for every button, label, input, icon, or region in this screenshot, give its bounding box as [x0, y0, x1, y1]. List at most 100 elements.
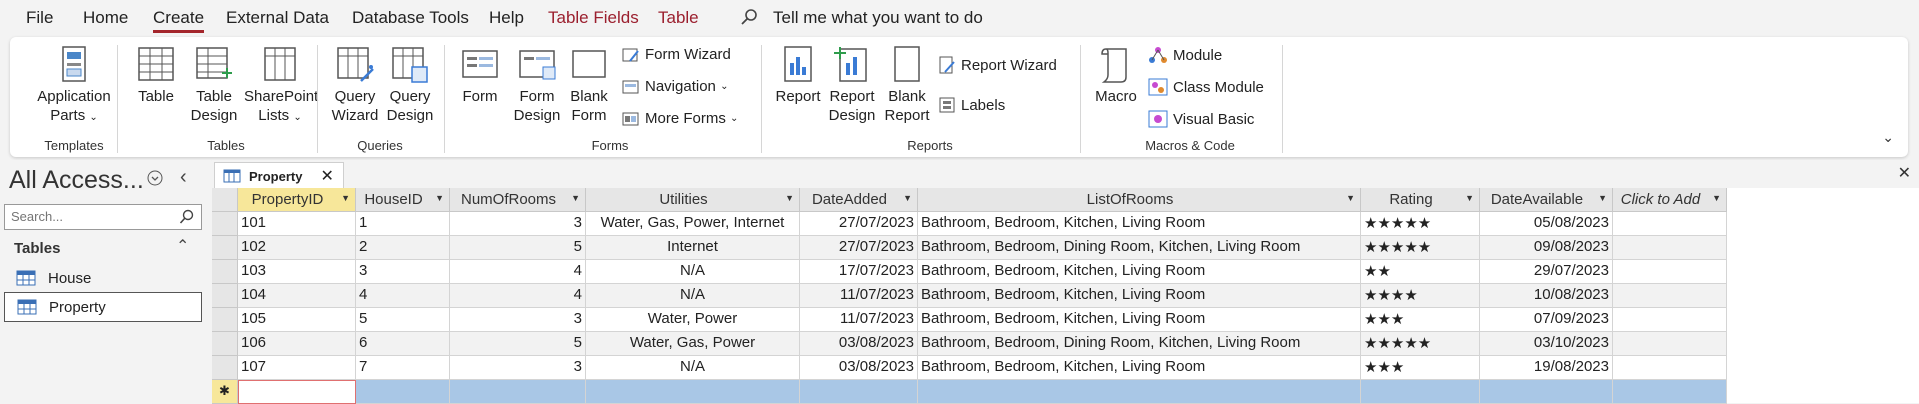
table-cell[interactable]: 03/10/2023 [1480, 332, 1613, 356]
table-cell[interactable]: Bathroom, Bedroom, Dining Room, Kitchen,… [918, 236, 1361, 260]
blank-report-button[interactable]: Blank Report [880, 45, 934, 125]
table-cell[interactable]: ★★★★★ [1361, 332, 1480, 356]
close-object-icon[interactable]: ✕ [1898, 163, 1911, 183]
table-cell[interactable]: 4 [356, 284, 450, 308]
column-header[interactable]: PropertyID ▼ [238, 188, 356, 212]
column-header[interactable]: DateAvailable ▼ [1480, 188, 1613, 212]
table-cell[interactable]: 4 [450, 284, 586, 308]
column-header[interactable]: Utilities ▼ [586, 188, 800, 212]
table-cell[interactable]: 09/08/2023 [1480, 236, 1613, 260]
table-cell[interactable]: 106 [238, 332, 356, 356]
table-cell[interactable]: Bathroom, Bedroom, Kitchen, Living Room [918, 212, 1361, 236]
column-header[interactable]: NumOfRooms ▼ [450, 188, 586, 212]
table-cell[interactable]: 4 [450, 260, 586, 284]
table-cell[interactable]: 105 [238, 308, 356, 332]
table-cell[interactable]: ★★★★ [1361, 284, 1480, 308]
application-parts-button[interactable]: Application Parts ⌄ [22, 45, 126, 127]
column-header[interactable]: ListOfRooms ▼ [918, 188, 1361, 212]
collapse-ribbon-chevron-icon[interactable]: ⌄ [1882, 129, 1894, 146]
column-filter-dropdown-icon[interactable]: ▼ [1598, 193, 1607, 203]
column-filter-dropdown-icon[interactable]: ▼ [571, 193, 580, 203]
blank-form-button[interactable]: Blank Form [564, 45, 614, 125]
visual-basic-button[interactable]: Visual Basic [1148, 110, 1254, 128]
table-cell[interactable]: 103 [238, 260, 356, 284]
menu-database-tools[interactable]: Database Tools [352, 8, 469, 28]
search-icon[interactable] [179, 209, 195, 225]
table-cell[interactable]: Bathroom, Bedroom, Dining Room, Kitchen,… [918, 332, 1361, 356]
collapse-nav-pane-icon[interactable]: ‹ [180, 166, 187, 189]
table-cell[interactable]: 11/07/2023 [800, 284, 918, 308]
menu-external-data[interactable]: External Data [226, 8, 329, 28]
table-button[interactable]: Table [128, 45, 184, 106]
table-cell[interactable]: 101 [238, 212, 356, 236]
column-filter-dropdown-icon[interactable]: ▼ [785, 193, 794, 203]
table-cell[interactable]: Water, Gas, Power, Internet [586, 212, 800, 236]
column-filter-dropdown-icon[interactable]: ▼ [341, 193, 350, 203]
table-cell[interactable]: 5 [450, 332, 586, 356]
column-filter-dropdown-icon[interactable]: ▼ [1346, 193, 1355, 203]
report-design-button[interactable]: Report Design [824, 45, 880, 125]
table-cell[interactable]: ★★★ [1361, 308, 1480, 332]
report-button[interactable]: Report [772, 45, 824, 106]
table-cell[interactable]: ★★★ [1361, 356, 1480, 380]
table-cell[interactable]: Bathroom, Bedroom, Kitchen, Living Room [918, 308, 1361, 332]
menu-table[interactable]: Table [658, 8, 699, 28]
nav-section-tables[interactable]: Tables [14, 240, 60, 257]
row-selector[interactable] [212, 356, 238, 380]
column-header[interactable]: Click to Add ▼ [1613, 188, 1727, 212]
table-cell[interactable]: 7 [356, 356, 450, 380]
select-all-corner[interactable] [212, 188, 238, 212]
table-cell[interactable]: 2 [356, 236, 450, 260]
nav-search-box[interactable] [4, 204, 202, 230]
menu-create[interactable]: Create [153, 8, 205, 33]
table-cell[interactable]: N/A [586, 284, 800, 308]
table-cell[interactable] [1613, 260, 1727, 284]
document-tab-property[interactable]: Property ✕ [214, 162, 344, 189]
table-cell[interactable]: ★★★★★ [1361, 212, 1480, 236]
new-record-cell[interactable] [1480, 380, 1613, 404]
class-module-button[interactable]: Class Module [1148, 78, 1264, 96]
row-selector[interactable] [212, 332, 238, 356]
row-selector[interactable] [212, 236, 238, 260]
navigation-button[interactable]: Navigation ⌄ [622, 78, 728, 95]
table-cell[interactable] [1613, 356, 1727, 380]
row-selector[interactable] [212, 212, 238, 236]
table-cell[interactable]: 3 [356, 260, 450, 284]
table-cell[interactable]: Water, Gas, Power [586, 332, 800, 356]
collapse-section-chevron-icon[interactable]: ⌃ [176, 236, 189, 256]
table-cell[interactable]: Internet [586, 236, 800, 260]
row-selector[interactable] [212, 308, 238, 332]
nav-search-input[interactable] [11, 209, 171, 224]
menu-table-fields[interactable]: Table Fields [548, 8, 639, 28]
more-forms-button[interactable]: More Forms ⌄ [622, 110, 738, 127]
table-cell[interactable]: Bathroom, Bedroom, Kitchen, Living Room [918, 356, 1361, 380]
table-cell[interactable]: Water, Power [586, 308, 800, 332]
nav-pane-title[interactable]: All Access... [9, 166, 144, 195]
table-cell[interactable]: 6 [356, 332, 450, 356]
column-filter-dropdown-icon[interactable]: ▼ [1465, 193, 1474, 203]
column-header[interactable]: HouseID ▼ [356, 188, 450, 212]
table-cell[interactable]: Bathroom, Bedroom, Kitchen, Living Room [918, 260, 1361, 284]
table-cell[interactable]: 11/07/2023 [800, 308, 918, 332]
column-filter-dropdown-icon[interactable]: ▼ [1712, 193, 1721, 203]
report-wizard-button[interactable]: Report Wizard [938, 56, 1057, 74]
table-cell[interactable]: 10/08/2023 [1480, 284, 1613, 308]
table-cell[interactable]: 5 [356, 308, 450, 332]
table-cell[interactable]: 1 [356, 212, 450, 236]
new-record-cell[interactable] [1613, 380, 1727, 404]
new-record-cell[interactable] [356, 380, 450, 404]
table-cell[interactable]: ★★ [1361, 260, 1480, 284]
column-filter-dropdown-icon[interactable]: ▼ [435, 193, 444, 203]
query-design-button[interactable]: Query Design [382, 45, 438, 125]
table-cell[interactable]: 19/08/2023 [1480, 356, 1613, 380]
table-cell[interactable]: 29/07/2023 [1480, 260, 1613, 284]
table-cell[interactable]: Bathroom, Bedroom, Kitchen, Living Room [918, 284, 1361, 308]
menu-help[interactable]: Help [489, 8, 524, 28]
macro-button[interactable]: Macro [1090, 45, 1142, 106]
table-cell[interactable]: 05/08/2023 [1480, 212, 1613, 236]
nav-dropdown-chevron-icon[interactable] [147, 170, 163, 186]
new-record-marker[interactable]: ✱ [212, 380, 238, 404]
menu-home[interactable]: Home [83, 8, 128, 28]
table-cell[interactable] [1613, 332, 1727, 356]
table-cell[interactable]: 3 [450, 356, 586, 380]
